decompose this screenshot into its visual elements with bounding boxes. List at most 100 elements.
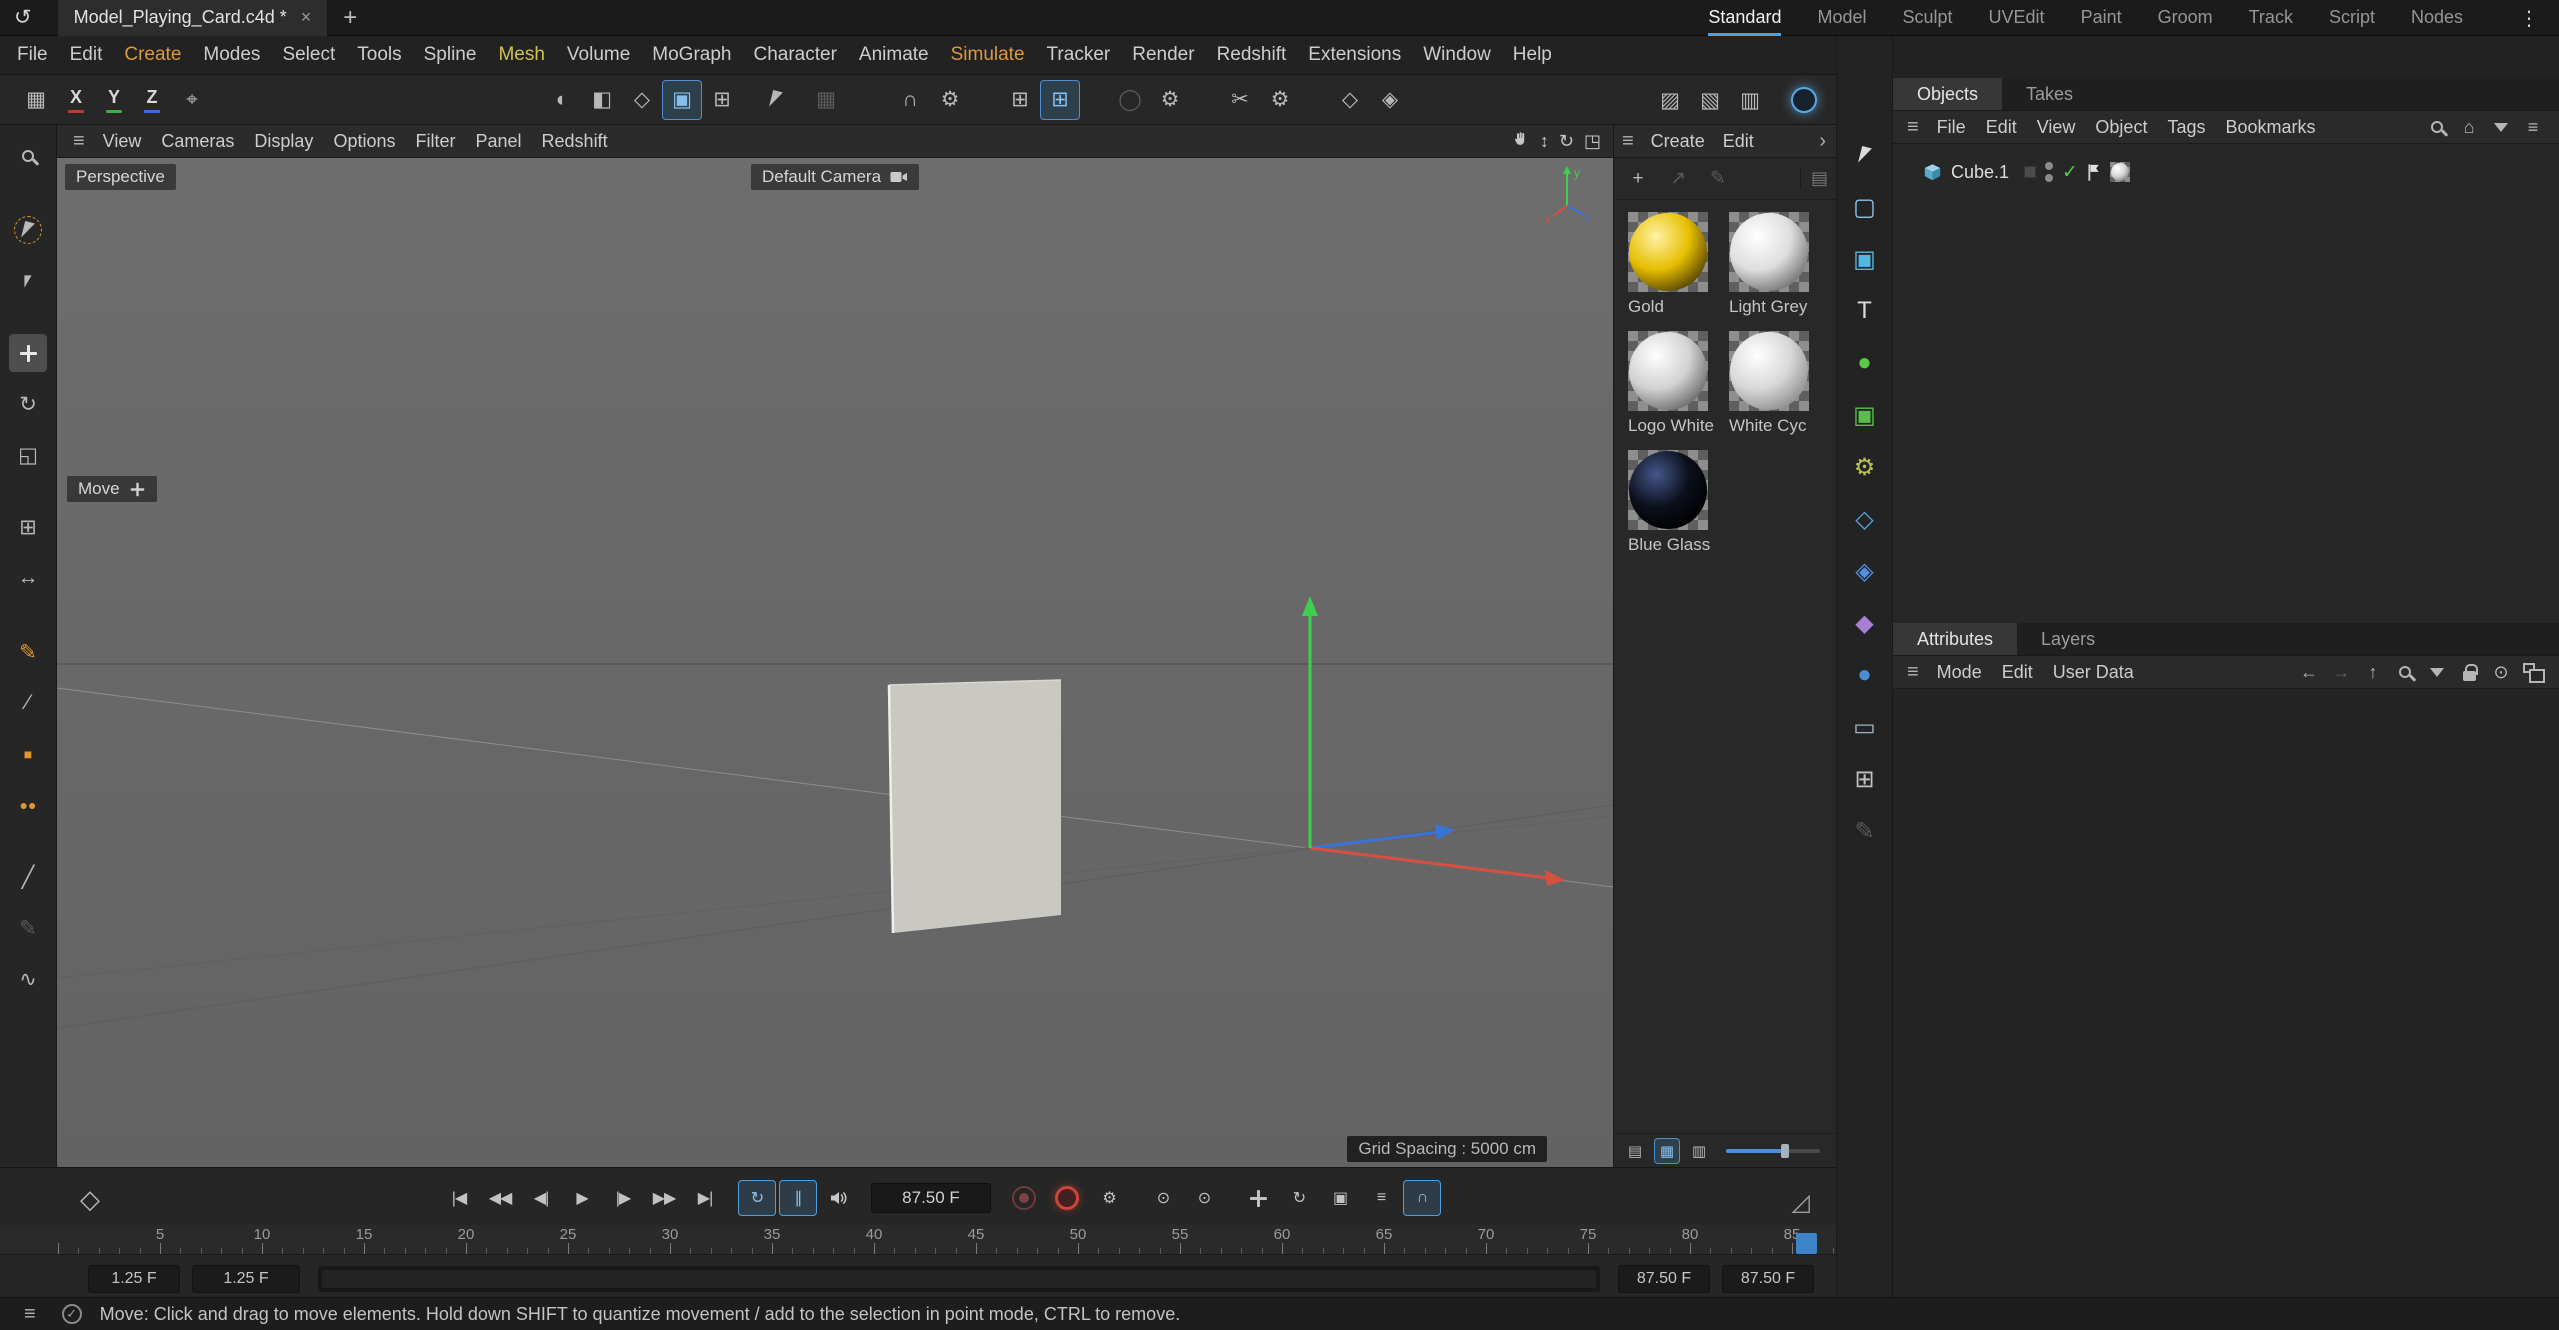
- key-scale-button[interactable]: ▣: [1321, 1180, 1359, 1216]
- key-magnet-button[interactable]: ∩: [1403, 1180, 1441, 1216]
- workspace-sculpt[interactable]: Sculpt: [1903, 0, 1953, 36]
- menu-simulate[interactable]: Simulate: [940, 36, 1036, 74]
- menu-extensions[interactable]: Extensions: [1297, 36, 1412, 74]
- current-frame-field[interactable]: 87.50 F: [871, 1183, 991, 1213]
- render-view-button[interactable]: ▨: [1650, 80, 1690, 120]
- grid-snap-button[interactable]: ⊞: [1000, 80, 1040, 120]
- lock-y-button[interactable]: Y: [96, 80, 132, 120]
- move-tool[interactable]: [9, 334, 47, 372]
- attr-filter-icon[interactable]: [2427, 668, 2447, 677]
- phong-tag-icon[interactable]: [2087, 163, 2101, 182]
- new-tab-button[interactable]: +: [343, 4, 357, 32]
- attr-lock-icon[interactable]: [2459, 664, 2479, 681]
- menu-tools[interactable]: Tools: [346, 36, 412, 74]
- loop-button[interactable]: ↻: [738, 1180, 776, 1216]
- pointer-palette-icon[interactable]: [1846, 136, 1884, 174]
- render-queue-button[interactable]: ▧: [1690, 80, 1730, 120]
- list-view-button[interactable]: ▤: [1622, 1138, 1648, 1164]
- overflow-menu-icon[interactable]: ⋮: [2519, 6, 2539, 31]
- close-tab-icon[interactable]: ×: [301, 7, 312, 28]
- gear-palette-icon[interactable]: ⚙: [1846, 448, 1884, 486]
- prism-palette-icon[interactable]: ◈: [1846, 552, 1884, 590]
- object-name[interactable]: Cube.1: [1951, 162, 2009, 183]
- material-thumbnail[interactable]: [1628, 212, 1708, 292]
- material-white-cyc[interactable]: White Cyc: [1729, 331, 1822, 436]
- knife-tool[interactable]: ╱: [9, 858, 47, 896]
- sphere-palette-icon[interactable]: ●: [1846, 344, 1884, 382]
- range-scrollbar-bar[interactable]: [322, 1270, 1596, 1288]
- render-settings-button[interactable]: ▥: [1730, 80, 1770, 120]
- model-mode-button[interactable]: ◧: [582, 80, 622, 120]
- attr-target-icon[interactable]: ⊙: [2491, 662, 2511, 683]
- attr-up-icon[interactable]: ↑: [2363, 662, 2383, 683]
- undo-icon[interactable]: ↺: [14, 5, 32, 30]
- find-tool[interactable]: [9, 137, 47, 175]
- texture-mode-button[interactable]: ◇: [622, 80, 662, 120]
- key-rotation-button[interactable]: ↻: [1280, 1180, 1318, 1216]
- redshift-ipr-button[interactable]: [1784, 80, 1824, 120]
- om-menu-bookmarks[interactable]: Bookmarks: [2215, 111, 2325, 143]
- keying-gear-button[interactable]: ⚙: [1090, 1180, 1128, 1216]
- tab-attributes[interactable]: Attributes: [1893, 623, 2017, 655]
- diamond-palette-icon[interactable]: ◇: [1846, 500, 1884, 538]
- lock-x-button[interactable]: X: [58, 80, 94, 120]
- playhead[interactable]: [1796, 1233, 1817, 1254]
- clone-tool[interactable]: ●●: [9, 786, 47, 824]
- workplane-lock-button[interactable]: ◯: [1110, 80, 1150, 120]
- violet-palette-icon[interactable]: ◆: [1846, 604, 1884, 642]
- circle-palette-icon[interactable]: ●: [1846, 656, 1884, 694]
- paint-square-tool[interactable]: ■: [9, 735, 47, 773]
- tab-takes[interactable]: Takes: [2002, 78, 2097, 110]
- prev-key-button[interactable]: ◀◀: [481, 1180, 519, 1216]
- material-thumbnail[interactable]: [1628, 331, 1708, 411]
- material-thumbnail[interactable]: [1729, 212, 1809, 292]
- free-move-tool[interactable]: ↔: [9, 559, 47, 597]
- live-selection-tool[interactable]: [9, 211, 47, 249]
- paint-material-button[interactable]: ✎: [1702, 163, 1734, 195]
- play-button[interactable]: ▶: [563, 1180, 601, 1216]
- material-logo-white[interactable]: Logo White: [1628, 331, 1721, 436]
- viewport-menu-icon[interactable]: ≡: [65, 130, 93, 153]
- cubes-palette-icon[interactable]: ▣: [1846, 396, 1884, 434]
- ngon-button[interactable]: ◇: [1330, 80, 1370, 120]
- material-more-icon[interactable]: ›: [1819, 130, 1826, 153]
- add-material-button[interactable]: +: [1622, 163, 1654, 195]
- spline-pen-tool[interactable]: ✎: [9, 633, 47, 671]
- grid-view-button[interactable]: ▦: [1654, 1138, 1680, 1164]
- region-palette-icon[interactable]: ▢: [1846, 188, 1884, 226]
- attr-forward-icon[interactable]: →: [2331, 662, 2351, 683]
- spline-smooth-tool[interactable]: ∿: [9, 960, 47, 998]
- material-gold[interactable]: Gold: [1628, 212, 1721, 317]
- workspace-model[interactable]: Model: [1817, 0, 1866, 36]
- attr-back-icon[interactable]: ←: [2299, 662, 2319, 683]
- attr-menu-mode[interactable]: Mode: [1927, 656, 1992, 688]
- snap-magnet-button[interactable]: ∩: [890, 80, 930, 120]
- view-label[interactable]: Perspective: [65, 164, 176, 190]
- attr-menu-edit[interactable]: Edit: [1992, 656, 2043, 688]
- attr-search-icon[interactable]: [2395, 666, 2415, 678]
- material-menu-edit[interactable]: Edit: [1714, 125, 1763, 157]
- menu-render[interactable]: Render: [1121, 36, 1205, 74]
- sound-button[interactable]: [820, 1180, 858, 1216]
- menu-file[interactable]: File: [6, 36, 59, 74]
- key-position-button[interactable]: [1239, 1180, 1277, 1216]
- tab-layers[interactable]: Layers: [2017, 623, 2119, 655]
- slider-thumb[interactable]: [1781, 1144, 1789, 1158]
- next-key-button[interactable]: ▶▶: [645, 1180, 683, 1216]
- marker-mode-button[interactable]: ∥: [779, 1180, 817, 1216]
- text-palette-icon[interactable]: T: [1846, 292, 1884, 330]
- quantize-button[interactable]: ⊞: [1040, 80, 1080, 120]
- object-mode-button[interactable]: ⊞: [702, 80, 742, 120]
- ngon-options-button[interactable]: ◈: [1370, 80, 1410, 120]
- range-end-field[interactable]: 87.50 F: [1722, 1265, 1814, 1293]
- viewport-menu-options[interactable]: Options: [323, 125, 405, 157]
- dolly-icon[interactable]: ↕: [1540, 131, 1549, 152]
- snap-settings-button[interactable]: ⚙: [930, 80, 970, 120]
- workspace-script[interactable]: Script: [2329, 0, 2375, 36]
- workspace-standard[interactable]: Standard: [1708, 0, 1781, 36]
- record-button[interactable]: [1012, 1186, 1036, 1210]
- om-options-icon[interactable]: ≡: [2523, 117, 2543, 138]
- axis-gizmo[interactable]: y x z: [1541, 160, 1593, 224]
- viewport-menu-filter[interactable]: Filter: [405, 125, 465, 157]
- menu-edit[interactable]: Edit: [59, 36, 114, 74]
